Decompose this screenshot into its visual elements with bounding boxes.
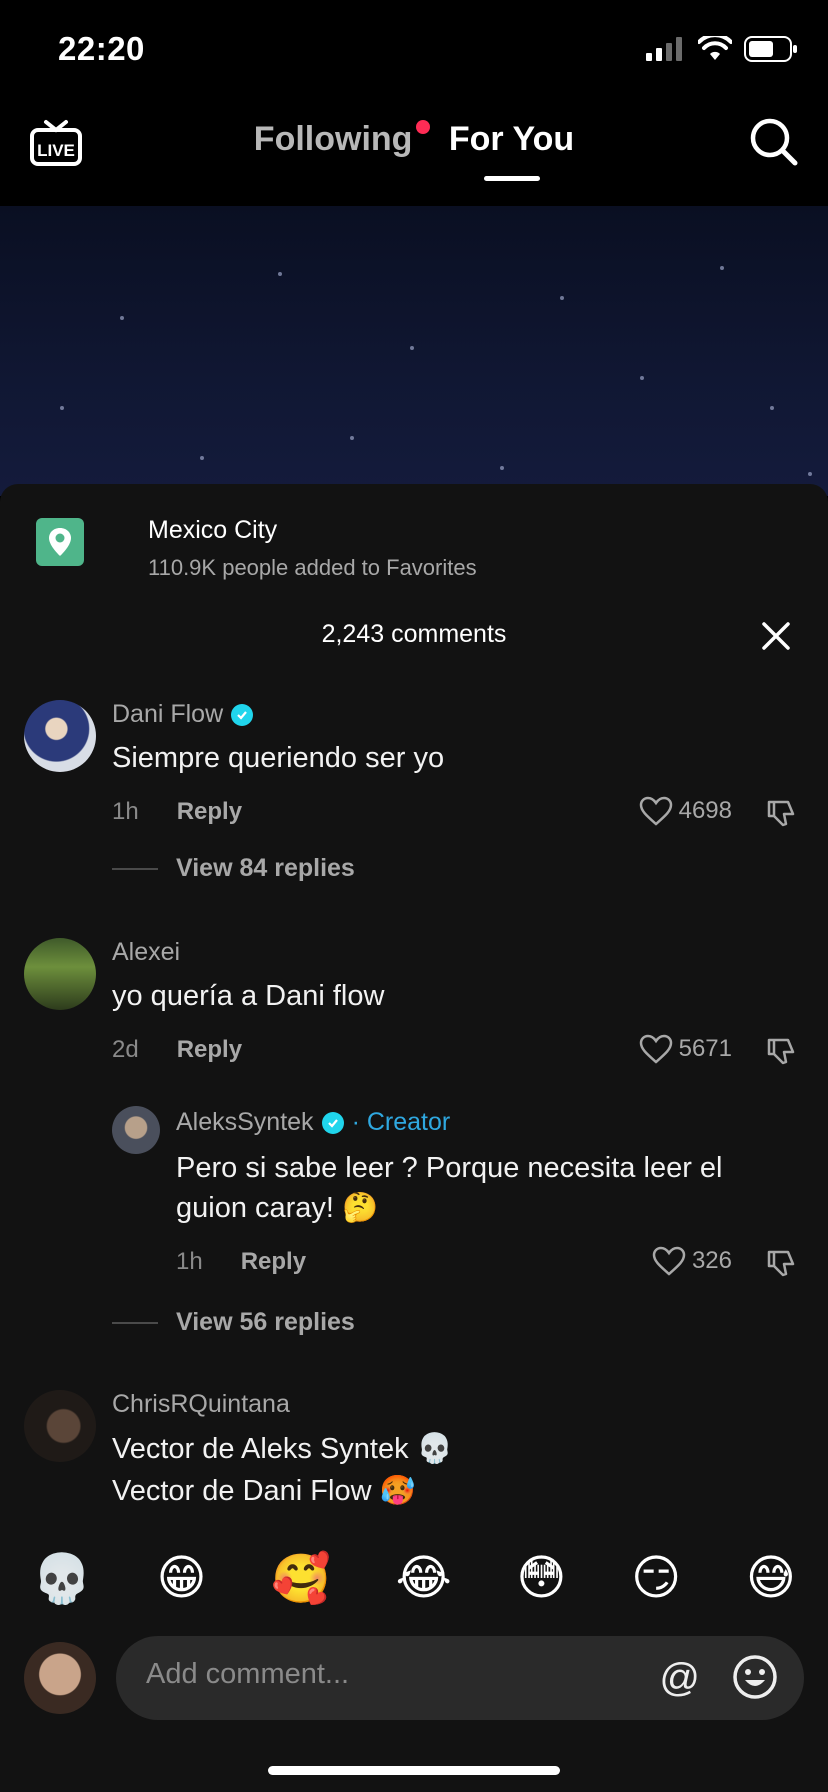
tab-for-you[interactable]: For You	[448, 120, 575, 181]
place-row[interactable]: Mexico City 110.9K people added to Favor…	[36, 516, 477, 581]
place-info: Mexico City 110.9K people added to Favor…	[148, 516, 477, 581]
comment-input-row: Add comment... @	[0, 1636, 828, 1726]
emoji-button[interactable]: 😳	[516, 1550, 566, 1607]
reply-button[interactable]: Reply	[177, 1036, 242, 1064]
like-button[interactable]: 326	[652, 1246, 732, 1276]
like-count: 5671	[678, 1035, 732, 1062]
battery-icon	[744, 36, 797, 62]
top-navigation: LIVE Following For You	[0, 100, 828, 206]
heart-icon	[639, 796, 672, 826]
emoji-button[interactable]: 😏	[631, 1550, 681, 1607]
reply-text-line: guion caray! 🤔	[176, 1192, 379, 1224]
username-text: AleksSyntek	[176, 1108, 314, 1136]
reply-meta: 1h Reply	[176, 1248, 306, 1276]
username-text: ChrisRQuintana	[112, 1390, 290, 1418]
emoji-button[interactable]: 🥰	[271, 1550, 331, 1607]
status-bar: 22:20	[0, 0, 828, 100]
cellular-signal-icon	[646, 37, 682, 61]
comment-item: Alexei yo quería a Dani flow 2d Reply 56…	[0, 936, 828, 1356]
avatar[interactable]	[112, 1106, 160, 1154]
verified-badge-icon	[231, 703, 254, 726]
reply-button[interactable]: Reply	[241, 1248, 306, 1276]
status-time: 22:20	[58, 30, 145, 67]
emoji-button[interactable]: 💀	[32, 1550, 92, 1607]
comment-time: 2d	[112, 1036, 139, 1063]
active-tab-indicator	[483, 176, 540, 181]
like-count: 326	[691, 1247, 732, 1274]
comments-count: 2,243 comments	[321, 620, 507, 648]
view-replies-button[interactable]: View 84 replies	[112, 854, 355, 883]
comment-text: Siempre queriendo ser yo	[112, 742, 445, 774]
divider-line	[112, 1321, 158, 1324]
reply-username[interactable]: AleksSyntek · Creator	[176, 1108, 450, 1137]
dislike-icon[interactable]	[766, 798, 796, 828]
reply-time: 1h	[176, 1248, 203, 1275]
comment-text: Vector de Aleks Syntek 💀 Vector de Dani …	[112, 1428, 453, 1512]
comment-meta: 1h Reply	[112, 798, 242, 826]
place-name: Mexico City	[148, 516, 278, 544]
heart-icon	[639, 1034, 672, 1064]
avatar[interactable]	[24, 1642, 96, 1714]
like-button[interactable]: 5671	[639, 1034, 732, 1064]
feed-tabs: Following For You	[0, 120, 828, 181]
comment-item: Dani Flow Siempre queriendo ser yo 1h Re…	[0, 698, 828, 898]
wifi-icon	[698, 36, 732, 60]
mention-button[interactable]: @	[659, 1656, 700, 1701]
view-replies-label: View 56 replies	[176, 1308, 355, 1336]
comment-username[interactable]: ChrisRQuintana	[112, 1390, 290, 1419]
username-text: Dani Flow	[112, 700, 224, 728]
emoji-button[interactable]: 😂	[396, 1550, 452, 1607]
creator-label: · Creator	[351, 1108, 451, 1136]
comment-username[interactable]: Alexei	[112, 938, 180, 967]
comment-item: ChrisRQuintana Vector de Aleks Syntek 💀 …	[0, 1388, 828, 1528]
notification-dot	[416, 120, 431, 134]
home-indicator	[268, 1766, 560, 1775]
avatar[interactable]	[24, 700, 96, 772]
emoji-picker-icon[interactable]	[732, 1654, 778, 1700]
tab-following-label: Following	[253, 120, 413, 158]
location-pin-icon	[36, 518, 84, 566]
place-favorites: 110.9K people added to Favorites	[148, 555, 477, 580]
status-icons	[646, 36, 798, 62]
avatar[interactable]	[24, 1390, 96, 1462]
comment-text-line: Vector de Aleks Syntek 💀	[112, 1433, 453, 1465]
dislike-icon[interactable]	[766, 1248, 796, 1278]
search-icon[interactable]	[748, 116, 800, 168]
tab-following[interactable]: Following	[253, 120, 431, 159]
comment-input-placeholder: Add comment...	[146, 1658, 350, 1690]
reply-text: Pero si sabe leer ? Porque necesita leer…	[176, 1148, 722, 1228]
tab-for-you-label: For You	[448, 120, 575, 158]
comment-input[interactable]: Add comment... @	[116, 1636, 804, 1720]
username-text: Alexei	[112, 938, 181, 966]
video-background[interactable]	[0, 206, 828, 496]
close-icon[interactable]	[760, 620, 792, 652]
view-replies-label: View 84 replies	[176, 854, 355, 882]
divider-line	[112, 867, 158, 870]
comment-time: 1h	[112, 798, 139, 825]
like-button[interactable]: 4698	[639, 796, 732, 826]
comment-username[interactable]: Dani Flow	[112, 700, 254, 729]
heart-icon	[652, 1246, 686, 1276]
emoji-button[interactable]: 😁	[156, 1550, 206, 1607]
emoji-button[interactable]: 😅	[746, 1550, 796, 1607]
dislike-icon[interactable]	[766, 1036, 796, 1066]
reply-button[interactable]: Reply	[177, 798, 242, 826]
comment-text-line: Vector de Dani Flow 🥵	[112, 1475, 416, 1507]
reply-text-line: Pero si sabe leer ? Porque necesita leer…	[176, 1152, 723, 1184]
like-count: 4698	[678, 797, 732, 824]
comment-text: yo quería a Dani flow	[112, 980, 385, 1012]
verified-badge-icon	[321, 1111, 344, 1134]
view-replies-button[interactable]: View 56 replies	[112, 1308, 355, 1337]
avatar[interactable]	[24, 938, 96, 1010]
emoji-quick-bar: 💀 😁 🥰 😂 😳 😏 😅	[0, 1550, 828, 1607]
comment-meta: 2d Reply	[112, 1036, 242, 1064]
